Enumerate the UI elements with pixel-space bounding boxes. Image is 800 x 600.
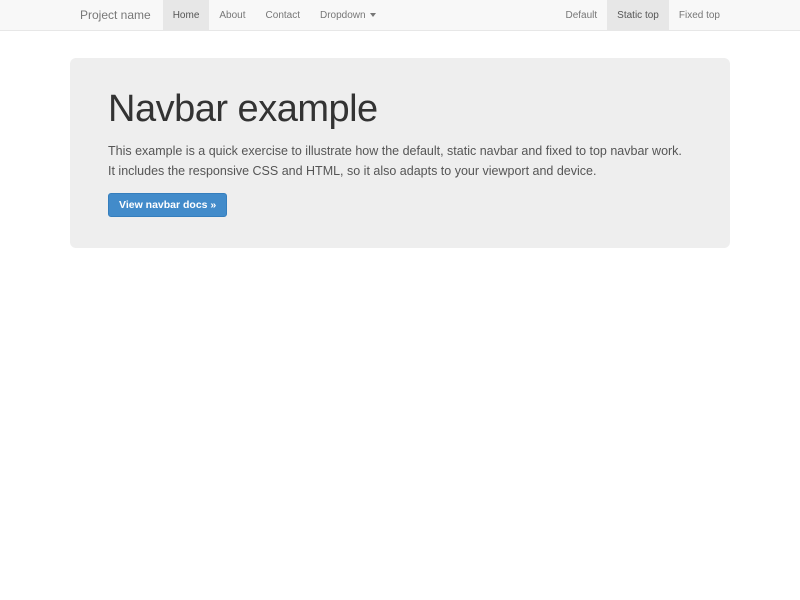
nav-item-contact[interactable]: Contact [256, 0, 310, 30]
jumbotron: Navbar example This example is a quick e… [70, 58, 730, 248]
brand-link[interactable]: Project name [70, 0, 163, 30]
jumbotron-description: This example is a quick exercise to illu… [108, 141, 688, 181]
nav-item-dropdown[interactable]: Dropdown [310, 0, 386, 30]
page-title: Navbar example [108, 88, 692, 131]
view-navbar-docs-button[interactable]: View navbar docs » [108, 193, 227, 217]
navbar-container: Project name Home About Contact Dropdown… [70, 0, 730, 30]
caret-down-icon [370, 13, 376, 17]
nav-item-default[interactable]: Default [555, 0, 607, 30]
nav-item-dropdown-label: Dropdown [320, 10, 366, 21]
nav-item-about[interactable]: About [209, 0, 255, 30]
page-content: Navbar example This example is a quick e… [0, 58, 800, 248]
navbar-left-nav: Home About Contact Dropdown [163, 0, 386, 30]
nav-item-static-top[interactable]: Static top [607, 0, 669, 30]
top-navbar: Project name Home About Contact Dropdown… [0, 0, 800, 31]
nav-item-fixed-top[interactable]: Fixed top [669, 0, 730, 30]
nav-item-home[interactable]: Home [163, 0, 210, 30]
navbar-right-nav: Default Static top Fixed top [555, 0, 730, 30]
